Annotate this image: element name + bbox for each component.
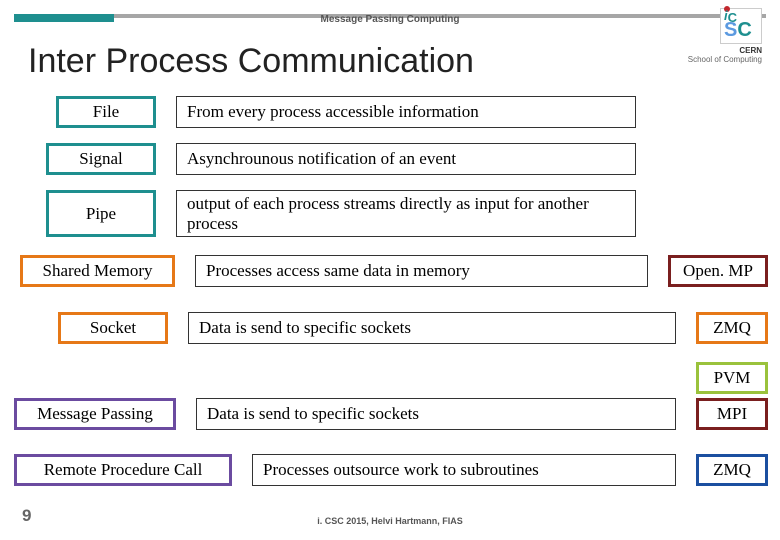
desc-shared-memory: Processes access same data in memory (195, 255, 648, 287)
label-shared-memory: Shared Memory (20, 255, 175, 287)
label-message-passing: Message Passing (14, 398, 176, 430)
tag-openmp: Open. MP (668, 255, 768, 287)
label-pipe: Pipe (46, 190, 156, 237)
row-pipe: Pipe output of each process streams dire… (46, 190, 636, 237)
row-shared-memory: Shared Memory Processes access same data… (20, 255, 768, 287)
row-file: File From every process accessible infor… (56, 96, 636, 128)
tag-mpi: MPI (696, 398, 768, 430)
desc-signal: Asynchrounous notification of an event (176, 143, 636, 175)
desc-message-passing: Data is send to specific sockets (196, 398, 676, 430)
label-signal: Signal (46, 143, 156, 175)
icsc-logo-icon: iC SC (720, 8, 762, 44)
footer-text: i. CSC 2015, Helvi Hartmann, FIAS (0, 516, 780, 526)
row-signal: Signal Asynchrounous notification of an … (46, 143, 636, 175)
desc-file: From every process accessible informatio… (176, 96, 636, 128)
logo-line2: School of Computing (688, 55, 762, 64)
desc-rpc: Processes outsource work to subroutines (252, 454, 676, 486)
row-message-passing: Message Passing Data is send to specific… (14, 398, 768, 430)
desc-socket: Data is send to specific sockets (188, 312, 676, 344)
tag-zmq-1: ZMQ (696, 312, 768, 344)
desc-pipe: output of each process streams directly … (176, 190, 636, 237)
label-file: File (56, 96, 156, 128)
slide-title: Inter Process Communication (28, 42, 474, 81)
label-rpc: Remote Procedure Call (14, 454, 232, 486)
label-socket: Socket (58, 312, 168, 344)
row-rpc: Remote Procedure Call Processes outsourc… (14, 454, 768, 486)
cern-school-logo: iC SC CERN School of Computing (652, 8, 762, 58)
row-socket: Socket Data is send to specific sockets … (58, 312, 768, 344)
tag-pvm: PVM (696, 362, 768, 394)
tag-zmq-2: ZMQ (696, 454, 768, 486)
logo-line1: CERN (739, 46, 762, 55)
